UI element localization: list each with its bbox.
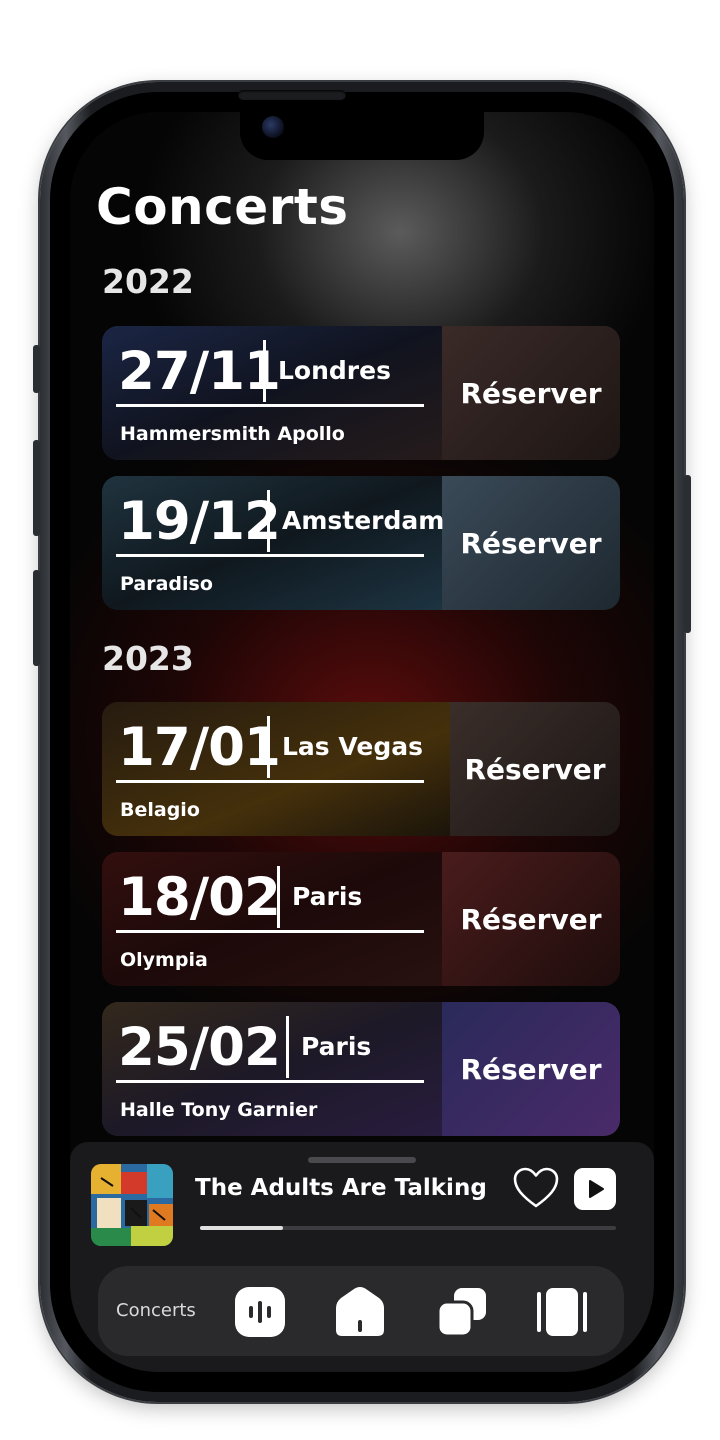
concert-date: 17/01 <box>118 717 281 778</box>
divider-vertical <box>267 716 270 778</box>
concert-date: 19/12 <box>118 491 281 552</box>
reserve-button[interactable]: Réserver <box>460 527 601 560</box>
concert-card[interactable]: Réserver 18/02 Paris Olympia <box>102 852 620 986</box>
divider-vertical <box>286 1016 289 1078</box>
divider-horizontal <box>116 404 424 407</box>
divider-horizontal <box>116 780 424 783</box>
concert-city: Amsterdam <box>282 506 445 535</box>
concert-city: Paris <box>301 1032 372 1061</box>
reserve-panel: Réserver <box>442 476 620 610</box>
reserve-button[interactable]: Réserver <box>460 377 601 410</box>
progress-fill <box>200 1226 284 1230</box>
concert-card[interactable]: Réserver 25/02 Paris Halle Tony Garnier <box>102 1002 620 1136</box>
concert-date: 25/02 <box>118 1017 281 1078</box>
divider-vertical <box>267 490 270 552</box>
app-screen: Concerts 2022 Réserver 27/11 Londres Ham… <box>70 112 654 1372</box>
concert-card[interactable]: Réserver 27/11 Londres Hammersmith Apoll… <box>102 326 620 460</box>
divider-horizontal <box>116 1080 424 1083</box>
front-camera <box>262 116 284 138</box>
concert-venue: Halle Tony Garnier <box>120 1099 318 1121</box>
concerts-icon[interactable] <box>234 1286 286 1338</box>
year-heading-2022: 2022 <box>102 262 194 301</box>
reserve-panel: Réserver <box>442 852 620 986</box>
concert-city: Las Vegas <box>282 732 423 761</box>
library-icon[interactable] <box>436 1286 488 1338</box>
album-art <box>91 1164 173 1246</box>
concert-card[interactable]: Réserver 19/12 Amsterdam Paradiso <box>102 476 620 610</box>
concert-venue: Belagio <box>120 799 200 821</box>
concert-venue: Olympia <box>120 949 208 971</box>
mini-player[interactable]: The Adults Are Talking Concerts <box>70 1142 654 1372</box>
divider-vertical <box>277 866 280 928</box>
reserve-panel: Réserver <box>442 1002 620 1136</box>
volume-up-button <box>33 440 40 536</box>
bottom-nav: Concerts <box>98 1266 624 1356</box>
power-button <box>684 475 691 633</box>
reserve-panel: Réserver <box>442 326 620 460</box>
drag-handle[interactable] <box>308 1157 416 1163</box>
reserve-button[interactable]: Réserver <box>460 1053 601 1086</box>
concert-city: Londres <box>278 356 391 385</box>
concert-venue: Hammersmith Apollo <box>120 423 345 445</box>
divider-horizontal <box>116 930 424 933</box>
heart-icon[interactable] <box>512 1166 560 1210</box>
earpiece-speaker <box>238 90 346 100</box>
concert-date: 27/11 <box>118 341 281 402</box>
year-heading-2023: 2023 <box>102 639 194 678</box>
mute-switch <box>33 345 40 393</box>
concert-city: Paris <box>292 882 363 911</box>
concert-card[interactable]: Réserver 17/01 Las Vegas Belagio <box>102 702 620 836</box>
reserve-button[interactable]: Réserver <box>460 903 601 936</box>
play-icon[interactable] <box>574 1168 616 1210</box>
concert-date: 18/02 <box>118 867 281 928</box>
reserve-button[interactable]: Réserver <box>464 753 605 786</box>
page-title: Concerts <box>96 178 349 236</box>
playback-progress[interactable] <box>200 1226 616 1230</box>
volume-down-button <box>33 570 40 666</box>
song-title: The Adults Are Talking <box>195 1175 487 1201</box>
reserve-panel: Réserver <box>450 702 620 836</box>
carousel-icon[interactable] <box>536 1286 588 1338</box>
nav-active-label[interactable]: Concerts <box>116 1300 196 1321</box>
concert-venue: Paradiso <box>120 573 213 595</box>
divider-vertical <box>263 340 266 402</box>
home-icon[interactable] <box>334 1286 386 1338</box>
divider-horizontal <box>116 554 424 557</box>
